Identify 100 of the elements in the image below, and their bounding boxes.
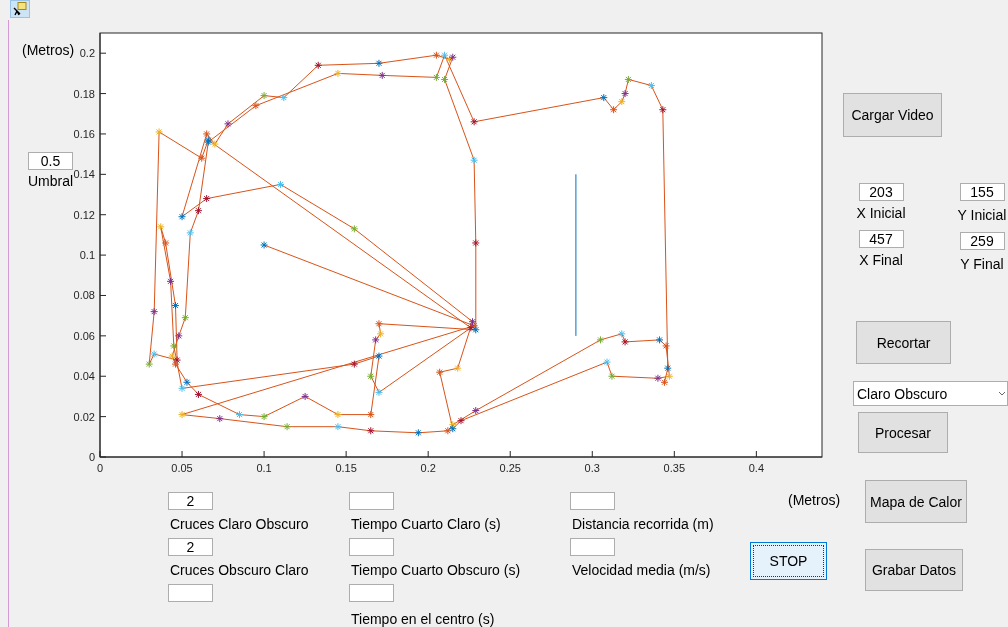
asterisk-marker — [194, 390, 203, 399]
asterisk-marker — [251, 101, 260, 110]
threshold-field[interactable]: 0.5 — [28, 152, 73, 170]
tick-label: 0.1 — [79, 249, 95, 262]
asterisk-marker — [471, 406, 480, 415]
asterisk-marker — [471, 239, 480, 247]
tick-label: 0.12 — [73, 208, 95, 221]
save-data-button[interactable]: Grabar Datos — [865, 549, 963, 591]
asterisk-marker — [150, 350, 159, 359]
asterisk-marker — [168, 352, 177, 361]
coordinate-label: Y Final — [960, 256, 1004, 272]
asterisk-marker — [603, 358, 612, 367]
asterisk-marker — [194, 206, 203, 215]
asterisk-marker — [215, 414, 224, 423]
coordinate-field[interactable]: 155 — [959, 183, 1005, 201]
asterisk-marker — [155, 127, 164, 136]
asterisk-marker — [448, 53, 457, 62]
asterisk-marker — [374, 388, 383, 397]
result-field[interactable]: 2 — [168, 492, 213, 510]
asterisk-marker — [283, 422, 292, 431]
tick-label: 0.02 — [73, 410, 95, 423]
asterisk-marker — [617, 329, 626, 338]
asterisk-marker — [448, 420, 457, 429]
asterisk-marker — [224, 119, 232, 128]
tick-label: 0.14 — [73, 168, 95, 181]
coordinate-field[interactable]: 203 — [858, 183, 904, 201]
result-label: Tiempo Cuarto Claro (s) — [351, 516, 501, 532]
tick-label: 0.25 — [499, 462, 521, 474]
result-label: Cruces Obscuro Claro — [170, 562, 309, 578]
asterisk-marker — [662, 341, 671, 350]
tick-label: 0.04 — [73, 370, 95, 383]
asterisk-marker — [169, 341, 178, 350]
asterisk-marker — [371, 335, 380, 344]
asterisk-marker — [471, 325, 480, 334]
coordinate-field[interactable]: 259 — [959, 232, 1005, 250]
result-label: Tiempo Cuarto Obscuro (s) — [351, 562, 521, 578]
asterisk-marker — [156, 222, 165, 231]
asterisk-marker — [414, 428, 423, 437]
threshold-label: Umbral — [28, 173, 74, 189]
asterisk-marker — [366, 372, 375, 381]
tick-label: 0 — [96, 462, 104, 474]
result-label: Tiempo en el centro (s) — [351, 611, 495, 627]
stop-button[interactable]: STOP — [750, 542, 827, 580]
result-field[interactable] — [570, 538, 615, 556]
asterisk-marker — [366, 426, 375, 435]
asterisk-marker — [470, 117, 479, 126]
asterisk-marker — [197, 154, 206, 163]
heat-map-button[interactable]: Mapa de Calor — [865, 480, 967, 523]
result-field[interactable] — [349, 492, 394, 510]
asterisk-marker — [145, 360, 154, 369]
asterisk-marker — [171, 301, 180, 310]
asterisk-marker — [276, 180, 285, 189]
asterisk-marker — [178, 384, 187, 393]
asterisk-marker — [161, 239, 170, 247]
asterisk-marker — [665, 372, 674, 381]
asterisk-marker — [663, 364, 672, 373]
asterisk-marker — [333, 69, 342, 78]
tick-label: 0.16 — [73, 127, 95, 140]
asterisk-marker — [202, 129, 211, 138]
coordinate-label: X Inicial — [856, 205, 906, 221]
result-field[interactable] — [349, 538, 394, 556]
asterisk-marker — [350, 360, 359, 369]
tick-label: 0 — [88, 451, 95, 463]
asterisk-marker — [333, 422, 342, 431]
coordinate-field[interactable]: 457 — [858, 230, 904, 248]
asterisk-marker — [440, 75, 449, 84]
mode-dropdown[interactable]: Claro Obscuro — [853, 381, 1008, 406]
asterisk-marker — [181, 313, 190, 322]
process-button[interactable]: Procesar — [858, 412, 948, 453]
asterisk-marker — [178, 212, 187, 221]
load-video-button[interactable]: Cargar Video — [843, 93, 942, 137]
asterisk-marker — [445, 55, 454, 64]
asterisk-marker — [432, 51, 441, 60]
result-field[interactable] — [349, 584, 394, 602]
asterisk-marker — [470, 156, 479, 165]
axis-unit-label: (Metros) — [22, 42, 75, 58]
tick-label: 0.4 — [748, 462, 764, 474]
asterisk-marker — [440, 51, 449, 60]
tick-label: 0.05 — [171, 462, 193, 474]
result-label: Velocidad media (m/s) — [572, 562, 711, 578]
asterisk-marker — [466, 323, 475, 332]
asterisk-marker — [260, 241, 269, 249]
asterisk-marker — [470, 321, 479, 330]
result-field[interactable] — [168, 584, 213, 602]
coordinate-label: X Final — [859, 252, 903, 268]
crop-button[interactable]: Recortar — [856, 321, 951, 364]
toolbar-button[interactable] — [10, 0, 30, 18]
asterisk-marker — [607, 372, 616, 381]
tick-label: 0.2 — [420, 462, 436, 474]
tick-label: 0.1 — [256, 462, 272, 474]
asterisk-marker — [453, 364, 462, 373]
result-field[interactable] — [570, 492, 615, 510]
asterisk-marker — [350, 224, 359, 233]
asterisk-marker — [178, 410, 187, 419]
asterisk-marker — [647, 81, 656, 90]
result-field[interactable]: 2 — [168, 538, 213, 556]
asterisk-marker — [378, 71, 387, 80]
asterisk-marker — [173, 356, 182, 365]
asterisk-marker — [366, 410, 375, 419]
axis-unit-label: (Metros) — [788, 492, 841, 508]
